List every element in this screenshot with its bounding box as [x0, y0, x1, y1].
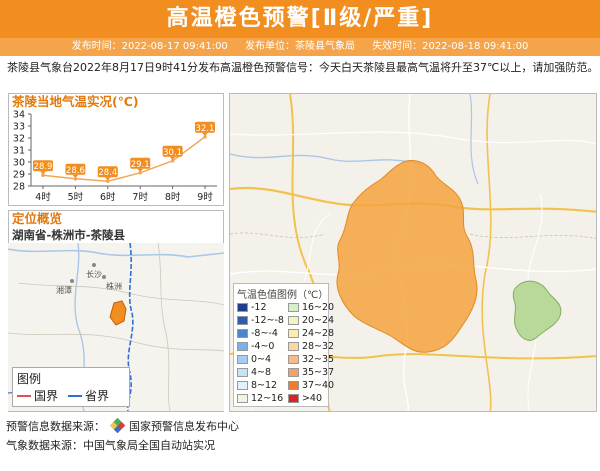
data-label: 28.4: [98, 168, 117, 178]
temperature-chart: 28293031323334 4时 5时 6时 7时 8时 9时 28.9 28.6 28.4 29…: [13, 110, 217, 203]
national-border-swatch: [17, 394, 31, 397]
x-tick-label: 5时: [68, 191, 84, 203]
legend-swatch: [237, 316, 248, 325]
legend-swatch: [287, 381, 299, 390]
warning-source: 预警信息数据来源： 国家预警信息发布中心: [6, 417, 239, 434]
legend-item: 8~12: [237, 380, 284, 391]
y-tick-label: 33: [13, 122, 25, 133]
legend-item: 28~32: [287, 341, 335, 352]
data-label: 29.1: [131, 160, 150, 170]
weather-source: 气象数据来源：中国气象局全国自动站实况: [6, 439, 215, 452]
alert-meta-bar: 发布时间：2022-08-17 09:41:00 发布单位：茶陵县气象局 失效时…: [0, 38, 600, 56]
legend-label: 28~32: [301, 341, 335, 352]
legend-label: 16~20: [301, 302, 335, 313]
publish-time: 发布时间：2022-08-17 09:41:00: [71, 41, 228, 52]
location-legend-title: 图例: [17, 372, 42, 386]
legend-item: -12~-8: [237, 315, 284, 326]
legend-item: 24~28: [287, 328, 335, 339]
legend-label: 35~37: [301, 367, 335, 378]
legend-swatch: [287, 329, 299, 338]
location-map[interactable]: 长沙 株洲 湘潭 图例 国界 省界: [8, 243, 224, 411]
legend-item: >40: [287, 393, 334, 404]
legend-label: >40: [301, 393, 323, 404]
legend-item: -12: [237, 302, 284, 313]
location-path: 湖南省-株洲市-茶陵县: [12, 228, 126, 242]
y-tick-label: 34: [13, 110, 25, 121]
publish-unit: 发布单位：茶陵县气象局: [245, 41, 355, 52]
legend-label: 0~4: [251, 354, 272, 365]
x-tick-label: 9时: [197, 191, 213, 203]
legend-item: 37~40: [287, 380, 335, 391]
data-label: 30.1: [163, 148, 182, 158]
temperature-legend: 气温色值图例（℃） -12 16~20 -12~-8 20~24 -8~-4 24~28-…: [233, 283, 334, 407]
legend-swatch: [287, 355, 299, 364]
legend-label: 20~24: [301, 315, 335, 326]
y-tick-label: 32: [13, 134, 25, 145]
legend-swatch: [237, 368, 248, 377]
legend-item: 4~8: [237, 367, 284, 378]
legend-label: 32~35: [301, 354, 335, 365]
legend-label: 37~40: [301, 380, 335, 391]
location-legend: 图例 国界 省界: [12, 367, 130, 407]
warning-source-label: 预警信息数据来源：: [6, 420, 105, 433]
legend-swatch: [287, 394, 299, 403]
temperature-panel: 茶陵当地气温实况(℃) 28 29 30 31 32 33 34 4时 5时 6时 7时 8时 9时 28…: [8, 93, 224, 206]
legend-item: -4~0: [237, 341, 284, 352]
data-label: 32.1: [196, 124, 215, 134]
temperature-legend-grid: -12 16~20 -12~-8 20~24 -8~-4 24~28 -4~0 28~32 0~…: [237, 302, 334, 404]
legend-swatch: [237, 342, 248, 351]
legend-label: 24~28: [301, 328, 335, 339]
legend-swatch: [287, 368, 299, 377]
national-border-label: 国界: [34, 389, 59, 403]
legend-label: -8~-4: [251, 328, 278, 339]
legend-swatch: [237, 329, 248, 338]
city-label-xiangtan: 湘潭: [56, 286, 72, 295]
x-tick-label: 8时: [165, 191, 181, 203]
legend-item: -8~-4: [237, 328, 284, 339]
warning-source-name: 国家预警信息发布中心: [129, 420, 239, 433]
temperature-legend-title: 气温色值图例（℃）: [237, 290, 329, 301]
data-label: 28.6: [66, 166, 85, 176]
legend-swatch: [237, 394, 248, 403]
province-border-swatch: [68, 394, 83, 397]
legend-label: 4~8: [251, 367, 272, 378]
legend-item: 32~35: [287, 354, 335, 365]
legend-label: -12: [251, 302, 267, 313]
temperature-panel-title: 茶陵当地气温实况(℃): [12, 94, 139, 109]
legend-label: -4~0: [251, 341, 275, 352]
x-tick-label: 6时: [100, 191, 116, 203]
legend-item: 35~37: [287, 367, 335, 378]
alert-description: 茶陵县气象台2022年8月17日9时41分发布高温橙色预警信号：今天白天茶陵县最…: [7, 61, 599, 74]
legend-item: 20~24: [287, 315, 335, 326]
legend-label: 8~12: [251, 380, 278, 391]
data-label: 28.9: [34, 162, 53, 172]
warning-area-map[interactable]: 气温色值图例（℃） -12 16~20 -12~-8 20~24 -8~-4 24~28-…: [229, 93, 597, 412]
legend-label: 12~16: [251, 393, 284, 404]
legend-swatch: [287, 342, 299, 351]
legend-item: 16~20: [287, 302, 335, 313]
legend-swatch: [237, 303, 248, 312]
warning-center-icon: [109, 417, 125, 434]
city-label-zhuzhou: 株洲: [106, 282, 122, 291]
legend-swatch: [287, 316, 299, 325]
y-tick-label: 31: [13, 146, 25, 157]
city-label-changsha: 长沙: [86, 270, 102, 279]
y-tick-label: 30: [13, 158, 25, 169]
expire-time: 失效时间：2022-08-18 09:41:00: [372, 41, 529, 52]
province-border-label: 省界: [85, 389, 110, 403]
x-tick-label: 4时: [35, 191, 51, 203]
legend-label: -12~-8: [251, 315, 284, 326]
y-tick-label: 28: [13, 182, 25, 193]
alert-title-banner: 高温橙色预警[Ⅱ级/严重]: [0, 0, 600, 38]
legend-item: 0~4: [237, 354, 284, 365]
legend-swatch: [237, 381, 248, 390]
legend-swatch: [237, 355, 248, 364]
y-tick-label: 29: [13, 170, 25, 181]
legend-item: 12~16: [237, 393, 284, 404]
x-tick-label: 7时: [132, 191, 148, 203]
legend-swatch: [287, 303, 299, 312]
location-panel-title: 定位概览: [12, 211, 63, 226]
